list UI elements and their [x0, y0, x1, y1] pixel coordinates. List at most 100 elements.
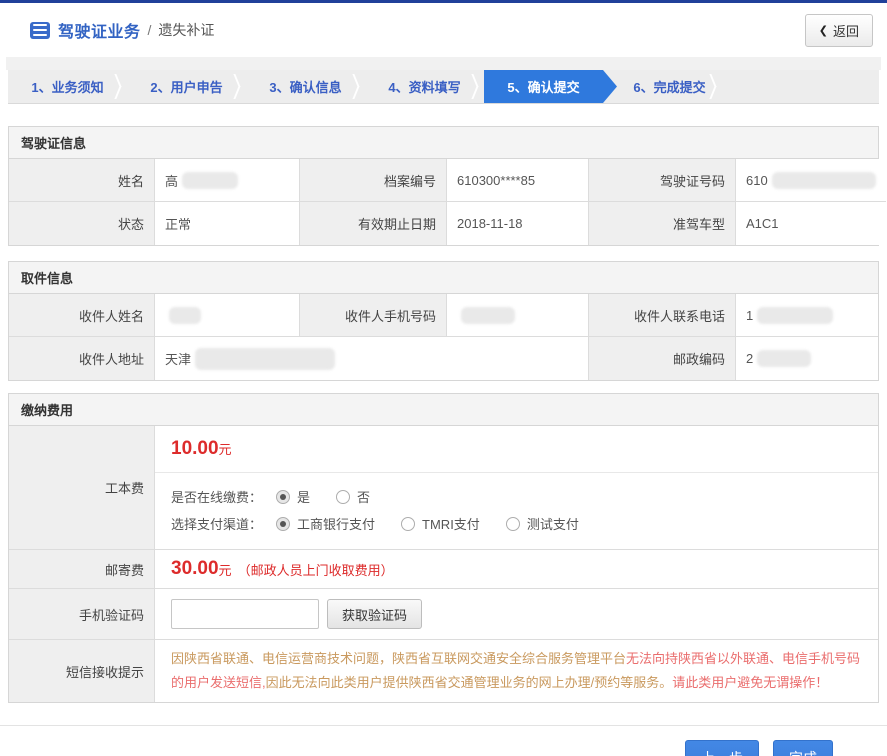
file-no-value-text: 610300****85: [457, 173, 535, 188]
step-item-5-active[interactable]: 5、确认提交: [484, 70, 617, 103]
recipient-address-label: 收件人地址: [9, 337, 155, 380]
file-no-value: 610300****85: [447, 159, 589, 202]
previous-step-button[interactable]: 上一步: [685, 740, 759, 756]
expiry-label: 有效期止日期: [300, 202, 447, 245]
sms-code-content: 获取验证码: [155, 589, 878, 640]
redacted-blur: [169, 307, 201, 324]
status-value-text: 正常: [165, 214, 191, 233]
fees-section: 缴纳费用 工本费 10.00元 是否在线缴费： 是 否: [8, 393, 879, 703]
radio-unchecked-icon: [336, 490, 350, 504]
radio-online-yes[interactable]: 是: [276, 487, 310, 506]
online-pay-question-row: 是否在线缴费： 是 否: [171, 487, 862, 506]
postage-fee-amount: 30.00: [171, 558, 219, 580]
breadcrumb: 遗失补证: [158, 20, 214, 40]
vehicle-class-label: 准驾车型: [589, 202, 736, 245]
redacted-blur: [757, 350, 811, 367]
sms-notice-label: 短信接收提示: [9, 640, 155, 702]
recipient-phone-value-text: 1: [746, 308, 753, 323]
status-label: 状态: [9, 202, 155, 245]
notice-segment-1: 因陕西省联通、电信运营商技术问题，陕西省互联网交通安全综合服务管理平台: [171, 651, 626, 666]
postal-code-value-text: 2: [746, 351, 753, 366]
production-fee-content: 10.00元 是否在线缴费： 是 否 选择支付渠道：: [155, 426, 878, 550]
radio-channel-icbc[interactable]: 工商银行支付: [276, 514, 375, 533]
redacted-blur: [195, 348, 335, 370]
recipient-name-label: 收件人姓名: [9, 294, 155, 337]
back-button-label: 返回: [833, 21, 859, 40]
radio-channel-test[interactable]: 测试支付: [506, 514, 579, 533]
vehicle-class-value-text: A1C1: [746, 216, 779, 231]
license-no-label: 驾驶证号码: [589, 159, 736, 202]
breadcrumb-separator: /: [148, 22, 152, 38]
radio-online-no-label: 否: [357, 487, 370, 506]
notice-segment-4: 请此类用户避免无谓操作！: [672, 675, 828, 690]
step-item-6[interactable]: 6、完成提交: [603, 70, 722, 103]
radio-checked-icon: [276, 490, 290, 504]
pickup-info-title: 取件信息: [9, 262, 878, 294]
redacted-blur: [461, 307, 515, 324]
license-no-value: 610: [736, 159, 886, 202]
vehicle-class-value: A1C1: [736, 202, 886, 245]
license-info-section: 驾驶证信息 姓名 高 档案编号 610300****85 驾驶证号码 610 状…: [8, 126, 879, 246]
production-fee-unit: 元: [219, 442, 232, 457]
step-item-4[interactable]: 4、资料填写: [365, 70, 484, 103]
postage-fee-label: 邮寄费: [9, 550, 155, 589]
footer-actions: 上一步 完成: [0, 725, 887, 756]
online-pay-question: 是否在线缴费：: [171, 487, 262, 506]
license-info-title: 驾驶证信息: [9, 127, 878, 159]
production-fee-label: 工本费: [9, 426, 155, 550]
back-chevron-icon: ❮: [819, 24, 828, 37]
radio-unchecked-icon: [506, 517, 520, 531]
license-no-value-text: 610: [746, 173, 768, 188]
recipient-phone-value: 1: [736, 294, 878, 337]
finish-button[interactable]: 完成: [773, 740, 833, 756]
recipient-address-value-text: 天津: [165, 349, 191, 368]
radio-channel-tmri-label: TMRI支付: [422, 514, 480, 533]
expiry-value: 2018-11-18: [447, 202, 589, 245]
status-value: 正常: [155, 202, 300, 245]
radio-channel-test-label: 测试支付: [527, 514, 579, 533]
sms-code-label: 手机验证码: [9, 589, 155, 640]
step-item-2[interactable]: 2、用户申告: [127, 70, 246, 103]
fees-title: 缴纳费用: [9, 394, 878, 426]
postage-fee-note: （邮政人员上门收取费用）: [238, 560, 394, 579]
page-title: 驾驶证业务: [58, 18, 141, 42]
recipient-address-value: 天津: [155, 337, 589, 380]
sms-notice-content: 因陕西省联通、电信运营商技术问题，陕西省互联网交通安全综合服务管理平台无法向持陕…: [155, 640, 878, 702]
radio-unchecked-icon: [401, 517, 415, 531]
radio-channel-icbc-label: 工商银行支付: [297, 514, 375, 533]
expiry-value-text: 2018-11-18: [457, 216, 523, 231]
production-fee-amount: 10.00: [171, 438, 219, 459]
step-item-3[interactable]: 3、确认信息: [246, 70, 365, 103]
radio-channel-tmri[interactable]: TMRI支付: [401, 514, 480, 533]
name-label: 姓名: [9, 159, 155, 202]
radio-online-no[interactable]: 否: [336, 487, 370, 506]
pay-channel-question: 选择支付渠道：: [171, 514, 262, 533]
back-button[interactable]: ❮ 返回: [805, 14, 873, 47]
recipient-name-value: [155, 294, 300, 337]
recipient-mobile-value: [447, 294, 589, 337]
notice-segment-3: 因此无法向此类用户提供陕西省交通管理业务的网上办理/预约等服务。: [266, 675, 673, 690]
recipient-mobile-label: 收件人手机号码: [300, 294, 447, 337]
redacted-blur: [772, 172, 876, 189]
production-fee-amount-row: 10.00元: [155, 426, 878, 473]
name-value-text: 高: [165, 171, 178, 190]
license-services-icon: [30, 22, 50, 39]
recipient-phone-label: 收件人联系电话: [589, 294, 736, 337]
header-divider-band: [6, 57, 881, 70]
postal-code-label: 邮政编码: [589, 337, 736, 380]
radio-checked-icon: [276, 517, 290, 531]
step-bar-filler: [722, 70, 879, 103]
step-item-1[interactable]: 1、业务须知: [8, 70, 127, 103]
name-value: 高: [155, 159, 300, 202]
sms-code-input[interactable]: [171, 599, 319, 629]
redacted-blur: [757, 307, 833, 324]
pay-channel-question-row: 选择支付渠道： 工商银行支付 TMRI支付 测试支付: [171, 514, 862, 533]
postage-fee-unit: 元: [219, 560, 232, 579]
postal-code-value: 2: [736, 337, 878, 380]
app-header: 驾驶证业务 / 遗失补证 ❮ 返回: [0, 3, 887, 57]
sms-notice-text: 因陕西省联通、电信运营商技术问题，陕西省互联网交通安全综合服务管理平台无法向持陕…: [155, 640, 878, 702]
pickup-info-section: 取件信息 收件人姓名 收件人手机号码 收件人联系电话 1 收件人地址 天津 邮政…: [8, 261, 879, 381]
step-progress-bar: 1、业务须知 2、用户申告 3、确认信息 4、资料填写 5、确认提交 6、完成提…: [8, 70, 879, 104]
radio-online-yes-label: 是: [297, 487, 310, 506]
get-sms-code-button[interactable]: 获取验证码: [327, 599, 422, 629]
